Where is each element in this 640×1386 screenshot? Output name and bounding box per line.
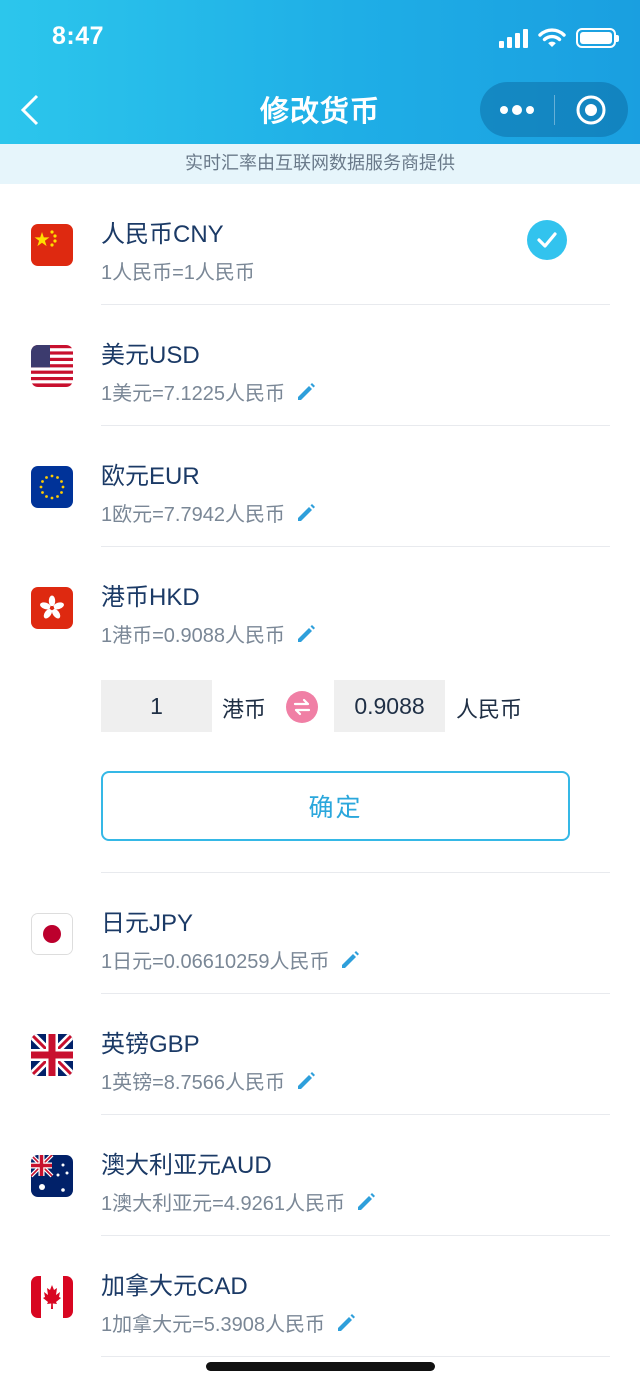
target-circle-icon — [576, 95, 606, 124]
header: 8:47 修改货币 — [0, 0, 640, 144]
selected-check-icon — [527, 220, 567, 260]
currency-list-bottom: 日元JPY 1日元=0.06610259人民币 英镑GBP 1英镑=8.7566… — [0, 873, 640, 1357]
rate-text: 1人民币=1人民币 — [101, 262, 255, 284]
status-icons — [499, 27, 619, 49]
rate-text: 1英镑=8.7566人民币 — [101, 1072, 285, 1094]
status-time: 8:47 — [52, 22, 105, 50]
currency-row-gbp[interactable]: 英镑GBP 1英镑=8.7566人民币 — [0, 994, 640, 1115]
currency-name: 澳大利亚元AUD — [101, 1152, 272, 1179]
currency-rate: 1日元=0.06610259人民币 — [101, 945, 361, 974]
currency-rate: 1人民币=1人民币 — [101, 256, 255, 285]
miniapp-capsule — [480, 82, 628, 137]
rate-text: 1日元=0.06610259人民币 — [101, 951, 330, 973]
rate-editor: 1 港币 0.9088 人民币 确定 — [0, 670, 640, 873]
currency-name: 英镑GBP — [101, 1031, 200, 1058]
rate-text: 1加拿大元=5.3908人民币 — [101, 1314, 325, 1336]
more-dots-icon — [499, 104, 534, 115]
edit-pencil-icon[interactable] — [295, 1070, 317, 1092]
currency-rate: 1港币=0.9088人民币 — [101, 619, 317, 648]
edit-pencil-icon[interactable] — [339, 949, 361, 971]
to-amount-input[interactable]: 0.9088 — [334, 680, 445, 732]
currency-rate: 1欧元=7.7942人民币 — [101, 498, 317, 527]
wifi-icon — [538, 28, 566, 47]
rate-text: 1澳大利亚元=4.9261人民币 — [101, 1193, 345, 1215]
currency-row-cny[interactable]: 人民币CNY 1人民币=1人民币 — [0, 184, 640, 305]
rate-text: 1港币=0.9088人民币 — [101, 625, 285, 647]
divider — [101, 1356, 610, 1357]
currency-name: 港币HKD — [101, 584, 200, 611]
japan-flag-icon — [31, 913, 73, 955]
rate-source-notice: 实时汇率由互联网数据服务商提供 — [0, 144, 640, 184]
hongkong-flag-icon — [31, 587, 73, 629]
close-miniapp-button[interactable] — [555, 82, 629, 137]
currency-name: 日元JPY — [101, 910, 194, 937]
china-flag-icon — [31, 224, 73, 266]
currency-name: 欧元EUR — [101, 463, 200, 490]
rate-text: 1欧元=7.7942人民币 — [101, 504, 285, 526]
edit-pencil-icon[interactable] — [295, 623, 317, 645]
edit-pencil-icon[interactable] — [295, 381, 317, 403]
from-amount-input[interactable]: 1 — [101, 680, 212, 732]
currency-row-aud[interactable]: 澳大利亚元AUD 1澳大利亚元=4.9261人民币 — [0, 1115, 640, 1236]
currency-row-jpy[interactable]: 日元JPY 1日元=0.06610259人民币 — [0, 873, 640, 994]
more-button[interactable] — [480, 82, 554, 137]
cellular-signal-icon — [499, 28, 528, 48]
swap-button[interactable] — [286, 691, 318, 723]
rate-text: 1美元=7.1225人民币 — [101, 383, 285, 405]
battery-icon — [576, 28, 619, 48]
usa-flag-icon — [31, 345, 73, 387]
currency-rate: 1英镑=8.7566人民币 — [101, 1066, 317, 1095]
australia-flag-icon — [31, 1155, 73, 1197]
currency-row-eur[interactable]: 欧元EUR 1欧元=7.7942人民币 — [0, 426, 640, 547]
currency-rate: 1澳大利亚元=4.9261人民币 — [101, 1187, 377, 1216]
edit-pencil-icon[interactable] — [295, 502, 317, 524]
canada-flag-icon — [31, 1276, 73, 1318]
eu-flag-icon — [31, 466, 73, 508]
currency-row-usd[interactable]: 美元USD 1美元=7.1225人民币 — [0, 305, 640, 426]
currency-rate: 1美元=7.1225人民币 — [101, 377, 317, 406]
currency-name: 美元USD — [101, 342, 200, 369]
confirm-button[interactable]: 确定 — [101, 771, 570, 841]
edit-pencil-icon[interactable] — [335, 1312, 357, 1334]
currency-rate: 1加拿大元=5.3908人民币 — [101, 1308, 357, 1337]
to-unit-label: 人民币 — [456, 698, 523, 723]
uk-flag-icon — [31, 1034, 73, 1076]
currency-row-cad[interactable]: 加拿大元CAD 1加拿大元=5.3908人民币 — [0, 1236, 640, 1357]
home-indicator[interactable] — [206, 1362, 435, 1371]
currency-list-top: 人民币CNY 1人民币=1人民币 美元USD 1美元=7.1225人民币 欧元E… — [0, 184, 640, 669]
from-unit-label: 港币 — [222, 698, 267, 723]
currency-name: 人民币CNY — [101, 221, 224, 248]
swap-arrows-icon — [293, 698, 311, 716]
edit-pencil-icon[interactable] — [355, 1191, 377, 1213]
currency-name: 加拿大元CAD — [101, 1273, 248, 1300]
currency-row-hkd[interactable]: 港币HKD 1港币=0.9088人民币 — [0, 547, 640, 669]
